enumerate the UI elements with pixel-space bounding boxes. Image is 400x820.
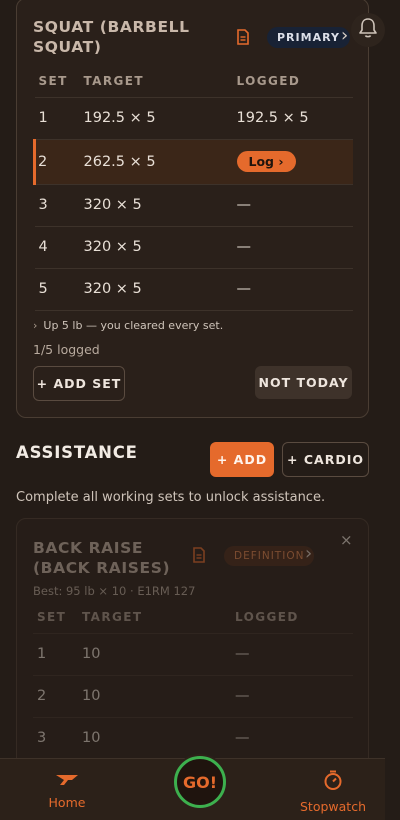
set-target: 10 <box>82 675 235 718</box>
set-target: 10 <box>82 717 235 760</box>
column-header-target: TARGET <box>83 65 237 98</box>
document-icon[interactable] <box>234 28 252 46</box>
table-row: 3 320 × 5 — <box>34 184 353 227</box>
exercise-title: BACK RAISE (BACK RAISES) <box>33 539 171 577</box>
close-icon[interactable]: × <box>340 531 353 549</box>
set-target: 262.5 × 5 <box>83 139 237 185</box>
primary-badge: PRIMARY <box>267 27 350 48</box>
hint-text: Up 5 lb — you cleared every set. <box>43 319 224 332</box>
sets-table: SET TARGET LOGGED 1 10 — 2 10 — 3 10 — <box>33 601 353 760</box>
set-number: 4 <box>34 226 84 269</box>
column-header-set: SET <box>34 65 84 98</box>
column-header-logged: LOGGED <box>235 601 353 634</box>
chevron-right-icon[interactable]: › <box>341 25 348 46</box>
set-number: 5 <box>34 268 84 311</box>
notifications-button[interactable] <box>351 13 385 47</box>
set-number: 3 <box>33 717 82 760</box>
set-logged: — <box>236 268 353 311</box>
add-cardio-button[interactable]: + CARDIO <box>282 442 369 477</box>
set-number: 1 <box>34 97 84 140</box>
log-set-button[interactable]: Log › <box>236 151 296 172</box>
personal-best: Best: 95 lb × 10 · E1RM 127 <box>33 584 196 598</box>
set-target: 320 × 5 <box>83 268 237 311</box>
table-row-active: 2 262.5 × 5 Log › <box>33 139 353 185</box>
logged-count: 1/5 logged <box>33 342 100 357</box>
exercise-card-squat: SQUAT (BARBELL SQUAT) PRIMARY › SET TARG… <box>16 0 369 418</box>
progression-hint[interactable]: › Up 5 lb — you cleared every set. <box>33 319 223 332</box>
exercise-title: SQUAT (BARBELL SQUAT) <box>33 18 190 56</box>
table-row: 1 10 — <box>33 633 353 676</box>
table-row: 2 10 — <box>33 675 353 718</box>
home-icon <box>54 772 80 791</box>
go-button[interactable]: GO! <box>174 756 226 808</box>
set-number: 1 <box>33 633 82 676</box>
assistance-heading: ASSISTANCE <box>16 443 138 462</box>
table-row: 1 192.5 × 5 192.5 × 5 <box>34 97 353 140</box>
bell-icon <box>358 17 378 43</box>
set-logged: — <box>235 675 353 718</box>
assistance-locked-note: Complete all working sets to unlock assi… <box>16 490 326 505</box>
chevron-right-icon[interactable]: › <box>305 543 312 564</box>
nav-home-label: Home <box>48 795 86 810</box>
nav-home[interactable]: Home <box>27 769 107 810</box>
stopwatch-icon <box>322 770 344 795</box>
document-icon[interactable] <box>190 546 208 564</box>
set-target: 320 × 5 <box>83 184 237 227</box>
nav-stopwatch-label: Stopwatch <box>300 799 366 814</box>
set-number: 2 <box>33 139 84 185</box>
set-target: 192.5 × 5 <box>83 97 237 140</box>
not-today-button[interactable]: NOT TODAY <box>255 366 352 399</box>
set-logged: 192.5 × 5 <box>236 97 353 140</box>
column-header-logged: LOGGED <box>236 65 353 98</box>
table-row: 3 10 — <box>33 717 353 760</box>
nav-stopwatch[interactable]: Stopwatch <box>293 769 373 814</box>
set-number: 2 <box>33 675 82 718</box>
column-header-target: TARGET <box>82 601 235 634</box>
chevron-right-icon: › <box>33 319 38 332</box>
set-logged: — <box>236 184 353 227</box>
sets-table: SET TARGET LOGGED 1 192.5 × 5 192.5 × 5 … <box>33 65 353 311</box>
add-assistance-button[interactable]: + ADD <box>210 442 274 477</box>
table-row: 4 320 × 5 — <box>34 226 353 269</box>
set-logged: — <box>235 717 353 760</box>
set-logged: — <box>236 226 353 269</box>
add-set-button[interactable]: + ADD SET <box>33 366 125 401</box>
definition-badge: DEFINITION <box>224 546 315 566</box>
set-logged: — <box>235 633 353 676</box>
bottom-nav: Home GO! Stopwatch <box>0 756 385 820</box>
set-number: 3 <box>34 184 84 227</box>
column-header-set: SET <box>33 601 82 634</box>
set-target: 320 × 5 <box>83 226 237 269</box>
set-target: 10 <box>82 633 235 676</box>
table-row: 5 320 × 5 — <box>34 268 353 311</box>
